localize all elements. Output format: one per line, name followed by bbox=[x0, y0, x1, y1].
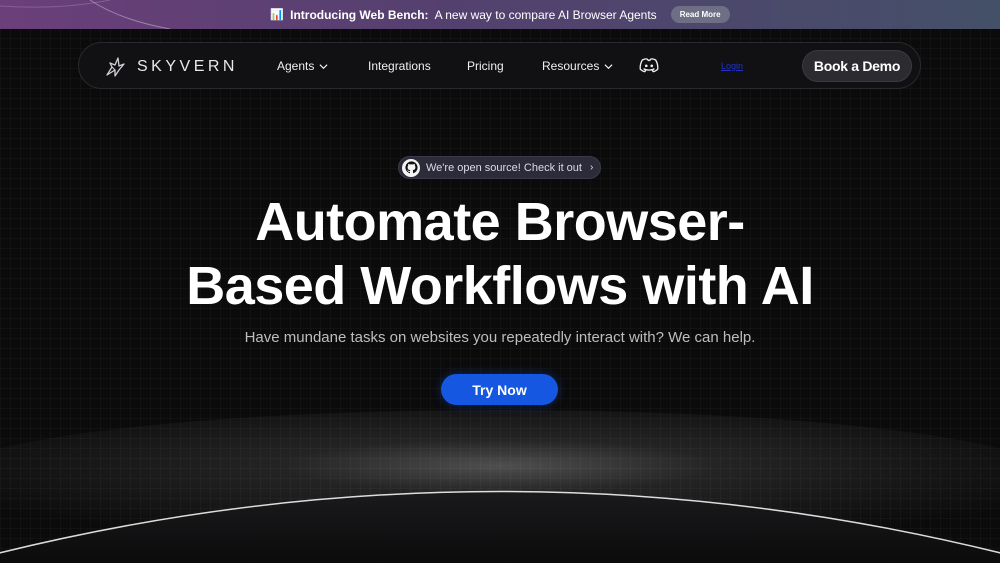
nav-item-label: Resources bbox=[542, 59, 600, 73]
chevron-down-icon bbox=[319, 63, 328, 69]
book-demo-button[interactable]: Book a Demo bbox=[802, 50, 912, 82]
announcement-decoration bbox=[0, 0, 171, 29]
badge-text: We're open source! Check it out bbox=[426, 161, 582, 174]
headline-line-1: Automate Browser- bbox=[255, 192, 745, 252]
chevron-right-icon: › bbox=[589, 162, 594, 173]
open-source-badge[interactable]: We're open source! Check it out › bbox=[398, 156, 601, 179]
nav-item-agents[interactable]: Agents bbox=[277, 59, 328, 73]
horizon-glow bbox=[0, 410, 1000, 563]
discord-icon[interactable] bbox=[639, 57, 659, 73]
login-link[interactable]: Login bbox=[721, 61, 743, 71]
announcement-bar[interactable]: 📊 Introducing Web Bench: A new way to co… bbox=[0, 0, 1000, 29]
main-nav: SKYVERN Agents Integrations Pricing Reso… bbox=[78, 42, 921, 89]
nav-item-label: Pricing bbox=[467, 59, 504, 73]
try-now-button[interactable]: Try Now bbox=[441, 374, 558, 405]
nav-item-label: Integrations bbox=[368, 59, 431, 73]
logo-text: SKYVERN bbox=[137, 58, 238, 75]
github-icon bbox=[402, 158, 420, 177]
hero-subtitle: Have mundane tasks on websites you repea… bbox=[244, 329, 756, 346]
nav-item-pricing[interactable]: Pricing bbox=[467, 59, 504, 73]
nav-item-integrations[interactable]: Integrations bbox=[368, 59, 431, 73]
nav-item-resources[interactable]: Resources bbox=[542, 59, 613, 73]
announcement-text: A new way to compare AI Browser Agents bbox=[434, 7, 657, 22]
skyvern-logo-icon bbox=[106, 57, 125, 77]
read-more-button[interactable]: Read More bbox=[670, 6, 730, 23]
headline-line-2: Based Workflows with AI bbox=[186, 256, 814, 316]
hero-headline: Automate Browser- Based Workflows with A… bbox=[0, 190, 1000, 318]
logo[interactable]: SKYVERN bbox=[103, 55, 238, 79]
chevron-down-icon bbox=[604, 63, 613, 69]
nav-item-label: Agents bbox=[277, 59, 315, 73]
